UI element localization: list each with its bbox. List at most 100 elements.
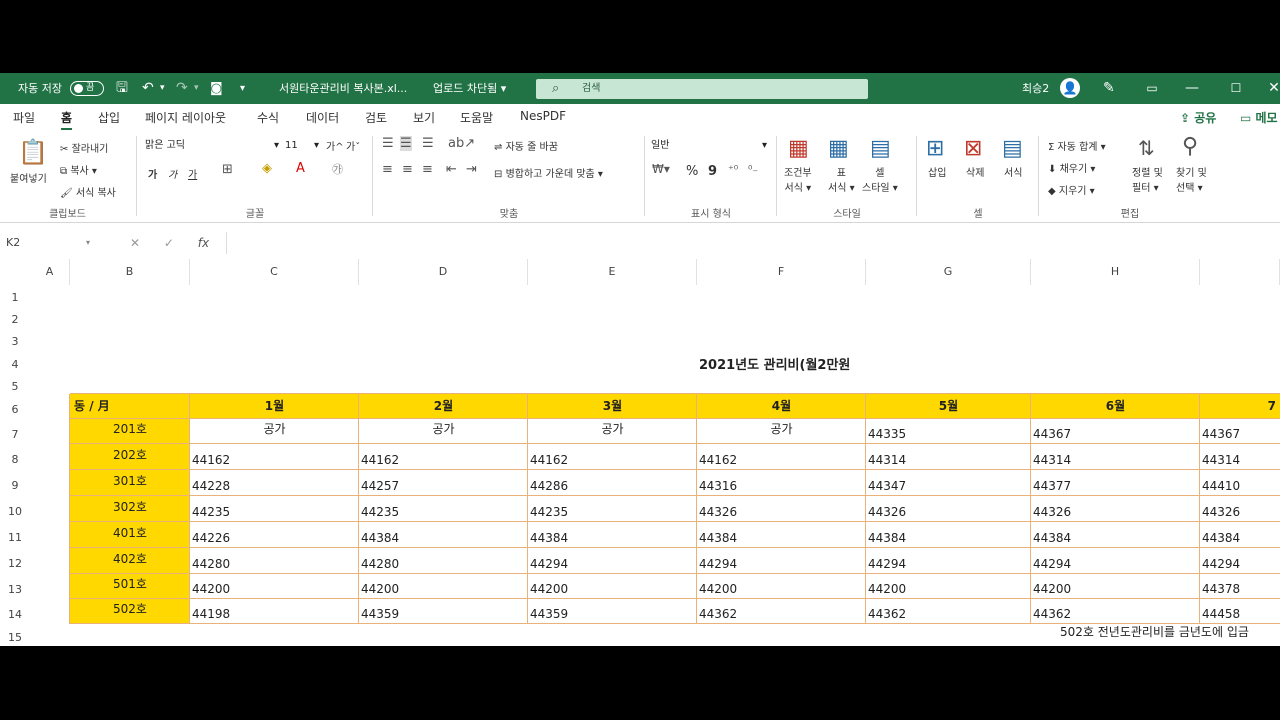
border-icon[interactable]: ⊞ (222, 162, 233, 177)
align-right-icon[interactable]: ≡ (422, 162, 433, 177)
row-header[interactable]: 6 (0, 394, 30, 419)
ribbon-display-icon[interactable]: ▭ (1130, 73, 1174, 104)
autosum-button[interactable]: Σ 자동 합계 ▾ (1048, 138, 1106, 153)
column-header[interactable] (1200, 259, 1280, 285)
bold-button[interactable]: 가 (148, 166, 157, 181)
table-cell[interactable]: 44200 (1031, 574, 1200, 599)
save-icon[interactable]: 🖫 (116, 73, 128, 104)
table-cell[interactable]: 44384 (866, 522, 1031, 548)
column-header[interactable]: A (30, 259, 70, 285)
select-all-corner[interactable] (0, 259, 30, 285)
table-cell[interactable]: 44235 (528, 496, 697, 522)
row-header[interactable]: 12 (0, 548, 30, 574)
delete-cells-button[interactable]: 삭제 (966, 164, 984, 179)
table-cell[interactable]: 44359 (528, 599, 697, 624)
table-cell[interactable]: 44326 (697, 496, 866, 522)
month-header[interactable]: 5월 (866, 394, 1031, 419)
share-button[interactable]: ⇪ 공유 (1180, 109, 1216, 126)
format-cells-icon[interactable]: ▤ (1002, 136, 1023, 161)
sheet-title[interactable]: 2021년도 관리비(월2만원 (699, 353, 850, 378)
table-cell[interactable]: 44286 (528, 470, 697, 496)
table-cell[interactable]: 44378 (1200, 574, 1280, 599)
sheet-note[interactable]: 502호 전년도관리비를 금년도에 입금 (1060, 622, 1249, 642)
column-header[interactable]: C (190, 259, 359, 285)
number-format-select[interactable]: 일반 ▾ (650, 136, 770, 156)
increase-decimal-icon[interactable]: ⁺⁰ (728, 163, 738, 176)
conditional-format-button[interactable]: 조건부 서식 ▾ (784, 164, 812, 194)
table-cell[interactable]: 44362 (1031, 599, 1200, 624)
table-cell[interactable]: 44294 (528, 548, 697, 574)
month-header[interactable]: 6월 (1031, 394, 1200, 419)
close-icon[interactable]: ✕ (1252, 73, 1280, 104)
month-header[interactable]: 7 (1200, 394, 1280, 419)
row-header[interactable]: 15 (0, 624, 30, 646)
tab-formulas[interactable]: 수식 (257, 109, 279, 126)
tab-file[interactable]: 파일 (13, 109, 35, 126)
decrease-indent-icon[interactable]: ⇤ (446, 162, 457, 177)
table-cell[interactable]: 44314 (1031, 444, 1200, 470)
conditional-format-icon[interactable]: ▦ (788, 136, 809, 161)
align-middle-icon[interactable]: ☰ (400, 136, 412, 151)
name-box[interactable]: K2 ▾ (6, 232, 94, 254)
tab-insert[interactable]: 삽입 (98, 109, 120, 126)
find-select-button[interactable]: 찾기 및 선택 ▾ (1176, 164, 1207, 194)
table-cell[interactable]: 공가 (190, 419, 359, 444)
row-header[interactable]: 7 (0, 419, 30, 444)
table-cell[interactable]: 44280 (359, 548, 528, 574)
table-cell[interactable]: 44326 (1031, 496, 1200, 522)
font-color-icon[interactable]: A (296, 161, 305, 176)
table-cell[interactable]: 44326 (866, 496, 1031, 522)
unit-label[interactable]: 302호 (70, 496, 190, 522)
copy-button[interactable]: ⧉ 복사 ▾ (60, 162, 97, 177)
row-header[interactable]: 10 (0, 496, 30, 522)
tab-view[interactable]: 보기 (413, 109, 435, 126)
cell-styles-button[interactable]: 셀 스타일 ▾ (862, 164, 898, 194)
table-cell[interactable]: 44162 (359, 444, 528, 470)
clear-button[interactable]: ◆ 지우기 ▾ (1048, 182, 1095, 197)
table-cell[interactable]: 44384 (359, 522, 528, 548)
search-box[interactable]: ⌕ 검색 (536, 79, 868, 99)
user-name[interactable]: 최승2 (1022, 73, 1049, 104)
cell-styles-icon[interactable]: ▤ (870, 136, 891, 161)
tab-help[interactable]: 도움말 (460, 109, 493, 126)
column-header[interactable]: E (528, 259, 697, 285)
month-header[interactable]: 2월 (359, 394, 528, 419)
pen-icon[interactable]: ✎ (1103, 73, 1115, 104)
table-cell[interactable]: 44200 (190, 574, 359, 599)
row-header[interactable]: 11 (0, 522, 30, 548)
table-cell[interactable]: 44198 (190, 599, 359, 624)
merge-center-button[interactable]: ⊟ 병합하고 가운데 맞춤 ▾ (494, 165, 603, 180)
comma-button[interactable]: 9 (708, 164, 717, 179)
table-cell[interactable]: 44257 (359, 470, 528, 496)
table-cell[interactable]: 44200 (697, 574, 866, 599)
format-table-icon[interactable]: ▦ (828, 136, 849, 161)
table-cell[interactable]: 44294 (1031, 548, 1200, 574)
table-cell[interactable]: 44362 (697, 599, 866, 624)
format-cells-button[interactable]: 서식 (1004, 164, 1022, 179)
tab-data[interactable]: 데이터 (306, 109, 339, 126)
paste-icon[interactable]: 📋 (18, 138, 48, 166)
insert-cells-button[interactable]: 삽입 (928, 164, 946, 179)
table-cell[interactable]: 44377 (1031, 470, 1200, 496)
table-cell[interactable]: 44384 (1031, 522, 1200, 548)
underline-button[interactable]: 가 (188, 166, 197, 181)
row-header[interactable]: 4 (0, 349, 30, 374)
format-painter-button[interactable]: 🖌 서식 복사 (60, 184, 116, 199)
table-cell[interactable]: 44367 (1031, 419, 1200, 444)
worksheet-grid[interactable]: ABCDEFGH 1 2 3 4 5 6 7 8 9 10 11 12 13 14 15 2021년도 관리… (0, 259, 1280, 646)
table-cell[interactable]: 44294 (866, 548, 1031, 574)
find-select-icon[interactable]: ⚲ (1182, 134, 1198, 159)
wrap-text-button[interactable]: ⇌ 자동 줄 바꿈 (494, 138, 558, 153)
row-header[interactable]: 14 (0, 599, 30, 624)
column-header[interactable]: H (1031, 259, 1200, 285)
table-cell[interactable]: 44294 (697, 548, 866, 574)
column-header[interactable]: F (697, 259, 866, 285)
sort-filter-icon[interactable]: ⇅ (1138, 136, 1155, 160)
sort-filter-button[interactable]: 정렬 및 필터 ▾ (1132, 164, 1163, 194)
unit-label[interactable]: 301호 (70, 470, 190, 496)
avatar[interactable]: 👤 (1060, 78, 1080, 98)
font-size-select[interactable]: 11 ▾ (284, 136, 322, 156)
table-cell[interactable]: 44410 (1200, 470, 1280, 496)
camera-icon[interactable]: ◙ (210, 73, 223, 104)
phonetic-icon[interactable]: ㉮ (332, 161, 343, 177)
